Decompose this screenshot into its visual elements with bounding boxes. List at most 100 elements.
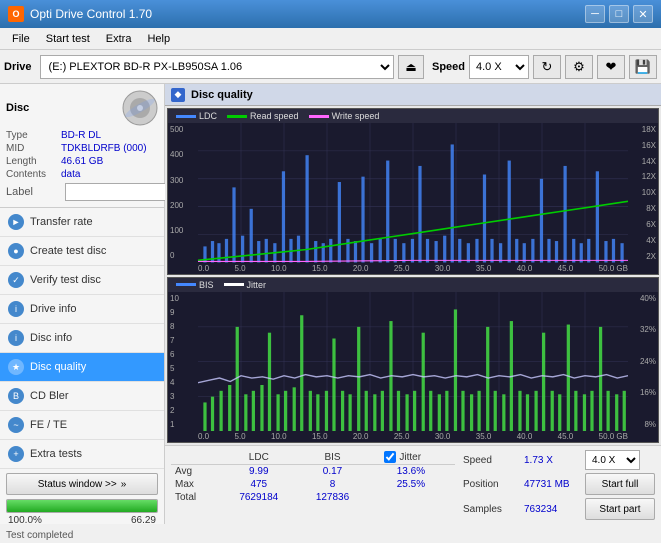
sidebar-item-disc-quality[interactable]: ★ Disc quality <box>0 353 164 382</box>
samples-label: Samples <box>463 504 518 515</box>
transfer-rate-label: Transfer rate <box>30 216 93 228</box>
app-icon: O <box>8 6 24 22</box>
total-bis: 127836 <box>298 491 367 504</box>
eject-button[interactable]: ⏏ <box>398 55 424 79</box>
sidebar-item-fe-te[interactable]: ~ FE / TE <box>0 411 164 440</box>
chart2-body: 10 9 8 7 6 5 4 3 2 1 <box>168 292 658 432</box>
disc-panel: Disc Type BD-R DL MID TDKBLDRFB (000) Le… <box>0 84 164 208</box>
drive-select[interactable]: (E:) PLEXTOR BD-R PX-LB950SA 1.06 <box>40 55 394 79</box>
progress-speed: 66.29 <box>131 515 156 526</box>
max-jitter: 25.5% <box>380 478 441 491</box>
menu-extra[interactable]: Extra <box>98 31 140 47</box>
start-full-button[interactable]: Start full <box>585 473 655 495</box>
max-ldc: 475 <box>220 478 298 491</box>
status-window-label: Status window >> <box>38 479 117 490</box>
avg-jitter: 13.6% <box>380 465 441 479</box>
status-progress: 100.0% 66.29 <box>6 499 158 526</box>
drive-info-label: Drive info <box>30 303 76 315</box>
menu-file[interactable]: File <box>4 31 38 47</box>
extra-tests-icon: + <box>8 446 24 462</box>
sidebar-item-create-test-disc[interactable]: ● Create test disc <box>0 237 164 266</box>
create-test-label: Create test disc <box>30 245 106 257</box>
close-button[interactable]: ✕ <box>633 5 653 23</box>
quality-title-icon: ◆ <box>171 88 185 102</box>
cd-bler-icon: B <box>8 388 24 404</box>
chevron-right-icon: » <box>121 479 127 490</box>
cd-bler-label: CD Bler <box>30 390 69 402</box>
favorite-button[interactable]: ❤ <box>597 55 625 79</box>
speed-select[interactable]: 4.0 X <box>469 55 529 79</box>
chart2-plot <box>198 292 628 432</box>
chart1-x-axis: 0.0 5.0 10.0 15.0 20.0 25.0 30.0 35.0 40… <box>168 263 658 274</box>
chart2: BIS Jitter 10 9 8 7 6 5 4 <box>167 277 659 444</box>
create-test-icon: ● <box>8 243 24 259</box>
menu-help[interactable]: Help <box>139 31 178 47</box>
status-window-button[interactable]: Status window >> » <box>6 473 158 495</box>
speed-stat-val: 1.73 X <box>524 455 579 466</box>
length-label: Length <box>6 156 61 167</box>
drive-info-icon: i <box>8 301 24 317</box>
stats-speed-select[interactable]: 4.0 X <box>585 450 640 470</box>
total-ldc: 7629184 <box>220 491 298 504</box>
settings-button[interactable]: ⚙ <box>565 55 593 79</box>
app-title: Opti Drive Control 1.70 <box>30 7 152 21</box>
chart1-y-axis-right: 18X 16X 14X 12X 10X 8X 6X 4X 2X <box>628 123 658 263</box>
extra-tests-label: Extra tests <box>30 448 82 460</box>
quality-header: ◆ Disc quality <box>165 84 661 106</box>
max-bis: 8 <box>298 478 367 491</box>
mid-label: MID <box>6 143 61 154</box>
chart2-y-axis-right: 40% 32% 24% 16% 8% <box>628 292 658 432</box>
ldc-legend-label: LDC <box>199 111 217 121</box>
disc-quality-label: Disc quality <box>30 361 86 373</box>
maximize-button[interactable]: □ <box>609 5 629 23</box>
transfer-rate-icon: ► <box>8 214 24 230</box>
drive-toolbar: Drive (E:) PLEXTOR BD-R PX-LB950SA 1.06 … <box>0 50 661 84</box>
sidebar: Disc Type BD-R DL MID TDKBLDRFB (000) Le… <box>0 84 165 524</box>
sidebar-item-transfer-rate[interactable]: ► Transfer rate <box>0 208 164 237</box>
sidebar-item-drive-info[interactable]: i Drive info <box>0 295 164 324</box>
table-row-max: Max 475 8 25.5% <box>171 478 455 491</box>
bis-legend-label: BIS <box>199 280 214 290</box>
chart1-body: 500 400 300 200 100 0 <box>168 123 658 263</box>
disc-quality-icon: ★ <box>8 359 24 375</box>
chart1-plot <box>198 123 628 263</box>
save-button[interactable]: 💾 <box>629 55 657 79</box>
disc-icon <box>122 90 158 126</box>
nav-items: ► Transfer rate ● Create test disc ✓ Ver… <box>0 208 164 469</box>
samples-val: 763234 <box>524 504 579 515</box>
type-label: Type <box>6 130 61 141</box>
length-value: 46.61 GB <box>61 156 103 167</box>
table-row-avg: Avg 9.99 0.17 13.6% <box>171 465 455 479</box>
mid-value: TDKBLDRFB (000) <box>61 143 147 154</box>
disc-info-label: Disc info <box>30 332 72 344</box>
menu-start-test[interactable]: Start test <box>38 31 98 47</box>
title-bar: O Opti Drive Control 1.70 ─ □ ✕ <box>0 0 661 28</box>
speed-stat-label: Speed <box>463 455 518 466</box>
minimize-button[interactable]: ─ <box>585 5 605 23</box>
bis-header: BIS <box>298 450 367 465</box>
stats-right: Speed 1.73 X 4.0 X Position 47731 MB Sta… <box>463 450 655 520</box>
sidebar-item-disc-info[interactable]: i Disc info <box>0 324 164 353</box>
stats-table: LDC BIS Jitter <box>171 450 455 520</box>
jitter-checkbox[interactable] <box>384 451 396 463</box>
contents-value: data <box>61 169 80 180</box>
position-label: Position <box>463 479 518 490</box>
avg-bis: 0.17 <box>298 465 367 479</box>
disc-info-icon: i <box>8 330 24 346</box>
write-speed-legend-label: Write speed <box>332 111 380 121</box>
sidebar-item-extra-tests[interactable]: + Extra tests <box>0 440 164 469</box>
jitter-legend-label: Jitter <box>247 280 267 290</box>
speed-label: Speed <box>432 61 465 73</box>
fe-te-icon: ~ <box>8 417 24 433</box>
status-text: Test completed <box>0 528 164 543</box>
sidebar-item-verify-test-disc[interactable]: ✓ Verify test disc <box>0 266 164 295</box>
chart2-legend: BIS Jitter <box>168 278 658 292</box>
ldc-header: LDC <box>220 450 298 465</box>
chart1: LDC Read speed Write speed 500 400 <box>167 108 659 275</box>
contents-label: Contents <box>6 169 61 180</box>
sidebar-item-cd-bler[interactable]: B CD Bler <box>0 382 164 411</box>
refresh-button[interactable]: ↻ <box>533 55 561 79</box>
verify-test-icon: ✓ <box>8 272 24 288</box>
read-speed-legend-label: Read speed <box>250 111 299 121</box>
start-part-button[interactable]: Start part <box>585 498 655 520</box>
